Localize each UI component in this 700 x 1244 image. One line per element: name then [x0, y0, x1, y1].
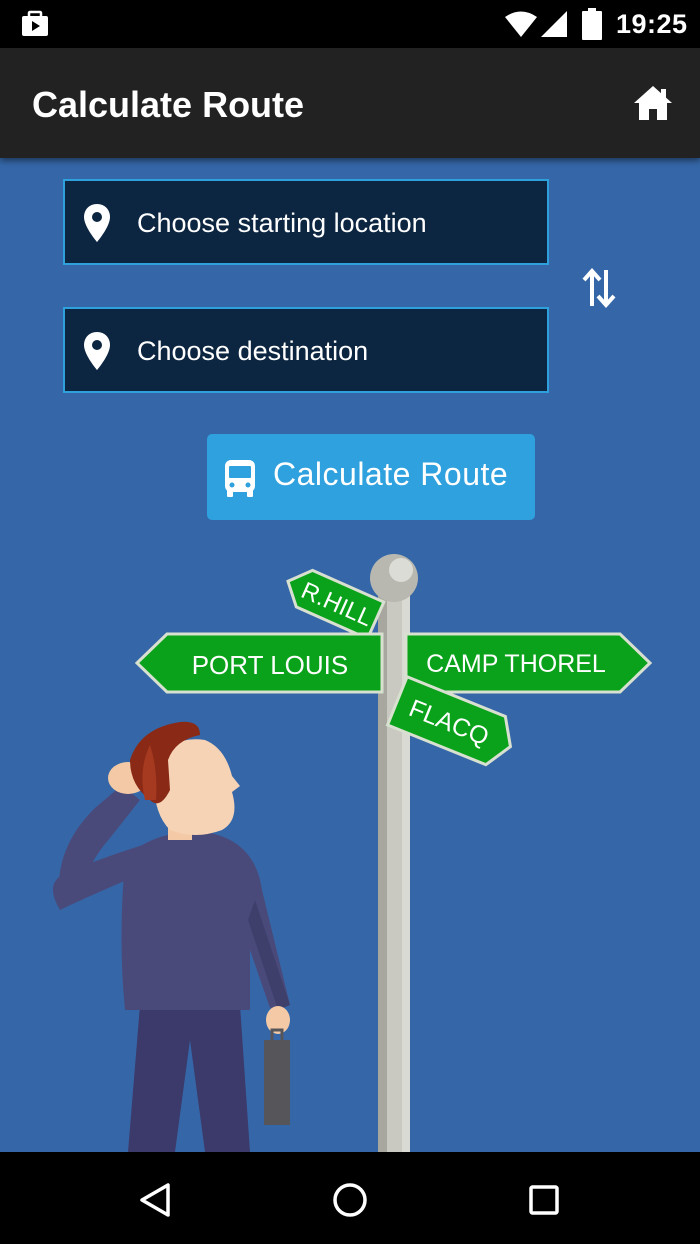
navigation-bar: [0, 1152, 700, 1244]
battery-icon: [582, 8, 602, 40]
swap-vertical-icon[interactable]: [580, 268, 618, 308]
location-pin-icon: [84, 204, 110, 242]
sign-port-louis-label: PORT LOUIS: [192, 650, 349, 680]
destination-placeholder: Choose destination: [137, 336, 369, 366]
calculate-route-label: Calculate Route: [273, 456, 509, 492]
sign-port-louis: PORT LOUIS: [134, 632, 384, 694]
status-bar: 19:25: [0, 0, 700, 48]
start-location-field[interactable]: Choose starting location: [63, 179, 549, 265]
cellular-icon: [541, 11, 567, 37]
sign-r-hill: R.HILL: [286, 568, 386, 641]
recents-icon[interactable]: [524, 1180, 564, 1220]
sign-camp-thorel: CAMP THOREL: [404, 632, 653, 694]
calculate-route-button[interactable]: Calculate Route: [207, 434, 535, 520]
signpost-illustration: R.HILL PORT LOUIS CAMP THOREL FLACQ: [52, 554, 653, 1152]
app-bar: Calculate Route: [0, 48, 700, 158]
page-title: Calculate Route: [32, 84, 305, 125]
destination-field[interactable]: Choose destination: [63, 307, 549, 393]
notification-icon: [22, 10, 48, 36]
home-icon[interactable]: [632, 84, 674, 122]
back-icon[interactable]: [136, 1180, 176, 1220]
bus-icon: [225, 460, 255, 497]
sign-camp-thorel-label: CAMP THOREL: [426, 650, 606, 678]
start-location-placeholder: Choose starting location: [137, 208, 427, 238]
home-circle-icon[interactable]: [330, 1180, 370, 1220]
status-time: 19:25: [616, 9, 688, 39]
location-pin-icon: [84, 332, 110, 370]
wifi-icon: [505, 11, 537, 37]
confused-man-figure: [52, 721, 290, 1152]
